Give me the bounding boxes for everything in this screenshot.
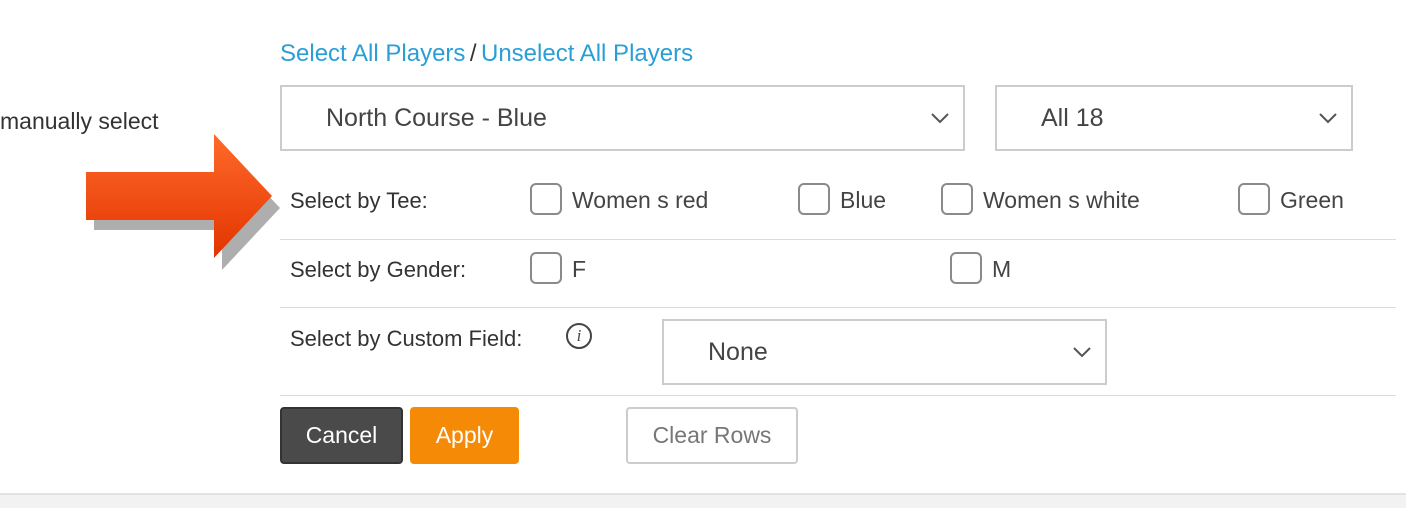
gender-checkbox-m[interactable] (950, 252, 982, 284)
tee-label-blue: Blue (840, 187, 887, 213)
custom-field-select-value: None (708, 337, 768, 366)
tee-checkbox-blue[interactable] (798, 183, 830, 215)
gender-label-m: M (992, 256, 1012, 282)
player-select-links: Select All Players / Unselect All Player… (280, 40, 693, 68)
tee-checkbox-womens-white[interactable] (941, 183, 973, 215)
apply-button[interactable]: Apply (410, 407, 519, 464)
info-icon[interactable]: i (566, 323, 592, 349)
right-arrow-icon (86, 134, 280, 270)
unselect-all-players-link[interactable]: Unselect All Players (481, 40, 693, 67)
row-divider (280, 395, 1396, 396)
tee-row-label: Select by Tee: (290, 188, 428, 213)
custom-field-select[interactable]: None (662, 319, 1107, 385)
chevron-down-icon (1073, 347, 1091, 358)
holes-select[interactable]: All 18 (995, 85, 1353, 151)
gender-checkbox-f[interactable] (530, 252, 562, 284)
holes-select-value: All 18 (1041, 103, 1104, 132)
tee-label-womens-red: Women s red (572, 187, 709, 213)
tee-checkbox-womens-red[interactable] (530, 183, 562, 215)
clear-rows-button[interactable]: Clear Rows (626, 407, 798, 464)
chevron-down-icon (931, 113, 949, 124)
row-divider (280, 239, 1396, 240)
tee-label-green: Green (1280, 187, 1344, 213)
custom-field-row-label: Select by Custom Field: (290, 326, 523, 351)
select-all-players-link[interactable]: Select All Players (280, 40, 465, 67)
course-select[interactable]: North Course - Blue (280, 85, 965, 151)
chevron-down-icon (1319, 113, 1337, 124)
cancel-button[interactable]: Cancel (280, 407, 403, 464)
course-select-value: North Course - Blue (326, 103, 547, 132)
link-separator: / (469, 40, 477, 67)
tee-checkbox-green[interactable] (1238, 183, 1270, 215)
row-divider (280, 307, 1396, 308)
tee-label-womens-white: Women s white (983, 187, 1140, 213)
gender-row-label: Select by Gender: (290, 257, 467, 282)
gender-label-f: F (572, 256, 587, 282)
side-instruction-text: manually select (0, 108, 159, 134)
